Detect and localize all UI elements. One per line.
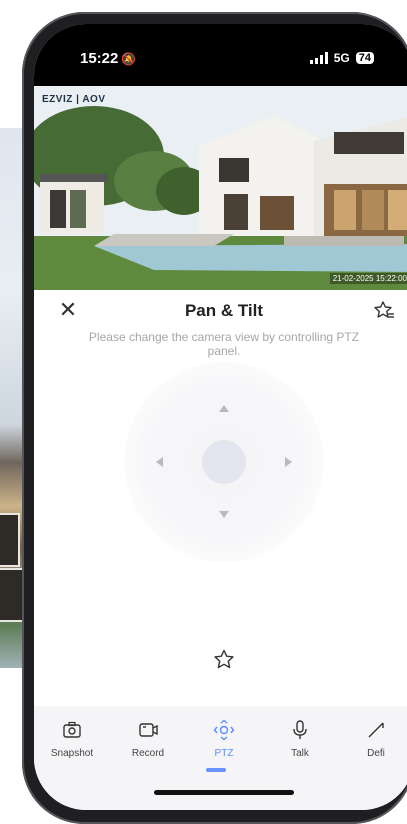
camera-logo: EZVIZ | AOV — [42, 94, 106, 105]
ptz-header: ✕ Pan & Tilt — [34, 290, 407, 332]
camera-icon — [42, 718, 102, 742]
status-bar: 15:22 🔕 5G 74 — [34, 24, 407, 86]
time-text: 15:22 — [80, 50, 119, 67]
ptz-direction-pad[interactable] — [124, 362, 324, 562]
bell-off-icon: 🔕 — [121, 52, 137, 66]
signal-icon — [309, 52, 328, 64]
pan-down-button[interactable] — [219, 511, 229, 518]
network-type: 5G — [333, 51, 350, 65]
snapshot-label: Snapshot — [50, 748, 94, 759]
page-title: Pan & Tilt — [184, 301, 264, 320]
ptz-hint-text: Please change the camera view by control… — [88, 330, 360, 358]
definition-button[interactable]: Defi — [346, 718, 406, 759]
ptz-label: PTZ — [214, 748, 234, 759]
battery-level: 74 — [355, 52, 374, 64]
status-time: 15:22 🔕 — [80, 50, 136, 67]
camera-live-view[interactable]: EZVIZ | AOV 21-02-2025 15:22:00 — [34, 86, 407, 290]
snapshot-button[interactable]: Snapshot — [42, 718, 102, 759]
record-label: Record — [131, 748, 165, 759]
pan-left-button[interactable] — [156, 457, 163, 467]
camera-timestamp: 21-02-2025 15:22:00 — [329, 273, 407, 284]
definition-icon — [346, 718, 406, 742]
phone-screen: 15:22 🔕 5G 74 EZVIZ | AOV 21-02-2025 15:… — [34, 24, 407, 810]
toolbar-page-indicator — [206, 768, 226, 772]
status-indicators: 5G 74 — [309, 51, 374, 65]
star-icon[interactable] — [212, 648, 236, 672]
ptz-icon — [194, 718, 254, 742]
microphone-icon — [270, 718, 330, 742]
star-list-icon[interactable] — [372, 299, 396, 323]
record-button[interactable]: Record — [118, 718, 178, 759]
pan-up-button[interactable] — [219, 405, 229, 412]
video-record-icon — [118, 718, 178, 742]
home-indicator[interactable] — [154, 790, 294, 795]
camera-image — [34, 86, 407, 290]
ptz-button[interactable]: PTZ — [194, 718, 254, 759]
talk-label: Talk — [291, 748, 309, 759]
talk-button[interactable]: Talk — [270, 718, 330, 759]
pan-right-button[interactable] — [285, 457, 292, 467]
definition-label: Defi — [367, 748, 385, 759]
ptz-joystick-knob[interactable] — [202, 440, 246, 484]
dynamic-island — [170, 38, 290, 72]
